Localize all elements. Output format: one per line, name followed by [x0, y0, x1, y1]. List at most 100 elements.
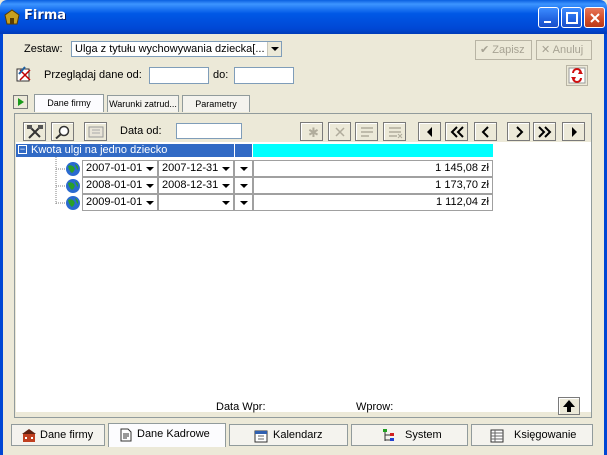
tree-structure-icon [383, 429, 394, 441]
calendar-icon [254, 430, 268, 443]
chevron-down-icon[interactable] [240, 167, 248, 171]
date-from-input[interactable] [149, 67, 209, 84]
remove-row-button[interactable] [383, 122, 406, 141]
prev-record-button[interactable] [474, 122, 497, 141]
maximize-icon [566, 12, 578, 24]
row1-value[interactable]: 1 145,08 zł [253, 160, 493, 177]
row3-to[interactable] [158, 194, 234, 211]
title-bar[interactable]: Firma [0, 0, 607, 34]
zestaw-select[interactable]: Ulga z tytułu wychowywania dziecka[... [71, 41, 282, 57]
zestaw-label: Zestaw: [24, 43, 63, 55]
scroll-up-button[interactable] [558, 397, 580, 415]
row2-value[interactable]: 1 173,70 zł [253, 177, 493, 194]
chevron-down-icon[interactable] [240, 184, 248, 188]
globe-icon [66, 179, 80, 193]
bottom-tab-dane-firmy[interactable]: Dane firmy [11, 424, 105, 446]
anuluj-button[interactable]: ✕ Anuluj [536, 40, 592, 60]
data-od-input[interactable] [176, 123, 242, 139]
data-wpr-label: Data Wpr: [216, 401, 266, 413]
chevron-down-icon[interactable] [146, 167, 154, 171]
chevron-down-icon[interactable] [222, 201, 230, 205]
zapisz-button[interactable]: ✔ Zapisz [475, 40, 532, 60]
przegladaj-label: Przeglądaj dane od: [44, 69, 142, 81]
row2-from-value: 2008-01-01 [86, 179, 143, 191]
chevron-down-icon[interactable] [222, 167, 230, 171]
date-to-input[interactable] [234, 67, 294, 84]
row1-to[interactable]: 2007-12-31 [158, 160, 234, 177]
last-record-button[interactable] [562, 122, 585, 141]
row3-value[interactable]: 1 112,04 zł [253, 194, 493, 211]
row1-from-value: 2007-01-01 [86, 162, 143, 174]
play-icon [18, 98, 24, 106]
delete-icon [335, 127, 345, 137]
bottom-tab-ksiegowanie[interactable]: Księgowanie [471, 424, 593, 446]
refresh-button[interactable] [566, 65, 588, 86]
tools-button[interactable] [23, 122, 46, 141]
row2-dd[interactable] [234, 177, 253, 194]
tab-warunki-zatrudnienia[interactable]: Warunki zatrud... [107, 95, 179, 112]
bottom-tab-label: Kalendarz [273, 429, 323, 441]
grid-header-label: Kwota ulgi na jedno dziecko [31, 144, 168, 156]
tab-dane-firmy[interactable]: Dane firmy [34, 94, 104, 112]
asterisk-icon: ✱ [308, 126, 319, 139]
card-icon [88, 126, 104, 138]
search-button[interactable] [51, 122, 74, 141]
chevron-left-icon [481, 126, 489, 138]
arrow-left-icon [427, 127, 432, 137]
collapse-icon[interactable]: − [18, 145, 27, 154]
chevron-down-icon[interactable] [222, 184, 230, 188]
minimize-button[interactable] [538, 7, 559, 28]
row2-to-value: 2008-12-31 [162, 179, 219, 191]
close-button[interactable] [584, 7, 605, 28]
insert-row-icon [361, 127, 373, 137]
tools-icon [27, 125, 43, 139]
refresh-icon [568, 67, 586, 84]
row1-to-value: 2007-12-31 [162, 162, 219, 174]
row2-to[interactable]: 2008-12-31 [158, 177, 234, 194]
app-icon [4, 9, 20, 25]
globe-icon [66, 162, 80, 176]
chevron-down-icon[interactable] [240, 201, 248, 205]
chevron-down-icon[interactable] [267, 42, 281, 56]
row3-dd[interactable] [234, 194, 253, 211]
wprow-label: Wprow: [356, 401, 394, 413]
filter-checkbox-icon[interactable] [16, 66, 32, 82]
do-label: do: [213, 69, 229, 81]
row1-from[interactable]: 2007-01-01 [82, 160, 158, 177]
new-record-button[interactable]: ✱ [300, 122, 323, 141]
play-button[interactable] [13, 95, 28, 109]
remove-row-icon [389, 127, 403, 139]
maximize-button[interactable] [561, 7, 582, 28]
document-icon [120, 428, 132, 442]
double-right-icon [538, 126, 552, 138]
prev-page-button[interactable] [445, 122, 468, 141]
grid-header-dd [234, 144, 252, 157]
chevron-down-icon[interactable] [146, 184, 154, 188]
bottom-tab-label: Księgowanie [514, 429, 577, 441]
row3-from-value: 2009-01-01 [86, 196, 143, 208]
bottom-tab-label: Dane Kadrowe [137, 428, 210, 440]
bottom-tab-label: Dane firmy [40, 429, 94, 441]
insert-row-button[interactable] [355, 122, 378, 141]
next-record-button[interactable] [507, 122, 530, 141]
row3-from[interactable]: 2009-01-01 [82, 194, 158, 211]
next-page-button[interactable] [533, 122, 556, 141]
delete-record-button[interactable] [328, 122, 351, 141]
chevron-down-icon[interactable] [146, 201, 154, 205]
bottom-tab-system[interactable]: System [351, 424, 468, 446]
tab-parametry[interactable]: Parametry [182, 95, 250, 112]
bottom-tab-dane-kadrowe[interactable]: Dane Kadrowe [108, 423, 226, 447]
arrow-up-icon [563, 400, 575, 412]
ledger-icon [490, 429, 504, 443]
chevron-right-icon [516, 126, 524, 138]
bottom-tab-label: System [405, 429, 442, 441]
window-title: Firma [24, 8, 67, 23]
minimize-icon [544, 21, 551, 23]
row2-from[interactable]: 2008-01-01 [82, 177, 158, 194]
card-button[interactable] [84, 122, 107, 141]
first-record-button[interactable] [418, 122, 441, 141]
data-od-label: Data od: [120, 125, 162, 137]
row1-dd[interactable] [234, 160, 253, 177]
bottom-tab-kalendarz[interactable]: Kalendarz [229, 424, 348, 446]
grid-group-header[interactable]: − Kwota ulgi na jedno dziecko [16, 144, 234, 157]
